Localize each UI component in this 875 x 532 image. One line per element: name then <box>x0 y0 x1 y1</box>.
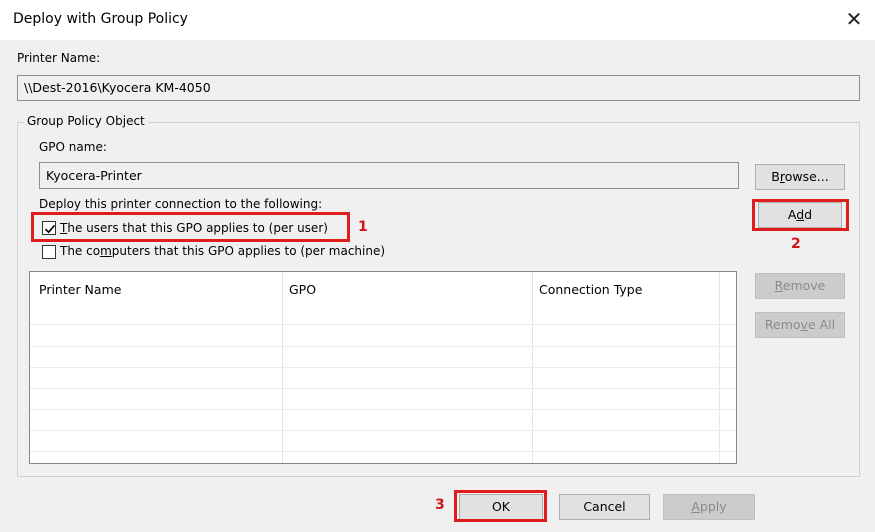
column-divider <box>719 272 720 463</box>
row-divider <box>30 346 736 347</box>
per-machine-checkbox[interactable] <box>42 245 56 259</box>
remove-button[interactable]: Remove <box>755 273 845 299</box>
window-title: Deploy with Group Policy <box>13 11 188 27</box>
group-policy-object-legend: Group Policy Object <box>24 114 148 128</box>
row-divider <box>30 388 736 389</box>
apply-button[interactable]: Apply <box>663 494 755 520</box>
annotation-number-1: 1 <box>358 219 368 235</box>
remove-all-button[interactable]: Remove All <box>755 312 845 338</box>
row-divider <box>30 324 736 325</box>
row-divider <box>30 451 736 452</box>
deploy-to-label: Deploy this printer connection to the fo… <box>39 197 323 211</box>
row-divider <box>30 409 736 410</box>
highlight-box-ok <box>454 490 547 522</box>
highlight-box-per-user <box>31 212 350 242</box>
column-divider <box>532 272 533 463</box>
cancel-button[interactable]: Cancel <box>559 494 650 520</box>
gpo-name-label: GPO name: <box>39 140 107 154</box>
printer-name-label: Printer Name: <box>17 51 101 65</box>
printer-name-field: \\Dest-2016\Kyocera KM-4050 <box>17 75 860 101</box>
browse-button[interactable]: Browse... <box>755 164 845 190</box>
gpo-printer-list[interactable]: Printer Name GPO Connection Type <box>29 271 737 464</box>
row-divider <box>30 367 736 368</box>
annotation-number-2: 2 <box>791 236 801 252</box>
gpo-name-field[interactable]: Kyocera-Printer <box>39 162 739 189</box>
row-divider <box>30 430 736 431</box>
annotation-number-3: 3 <box>435 497 445 513</box>
highlight-box-add <box>752 199 849 231</box>
column-header-printer-name[interactable]: Printer Name <box>39 282 121 297</box>
per-machine-label[interactable]: The computers that this GPO applies to (… <box>60 244 385 258</box>
column-divider <box>282 272 283 463</box>
column-header-connection-type[interactable]: Connection Type <box>539 282 642 297</box>
column-header-gpo[interactable]: GPO <box>289 282 316 297</box>
close-icon[interactable]: ✕ <box>843 6 865 32</box>
